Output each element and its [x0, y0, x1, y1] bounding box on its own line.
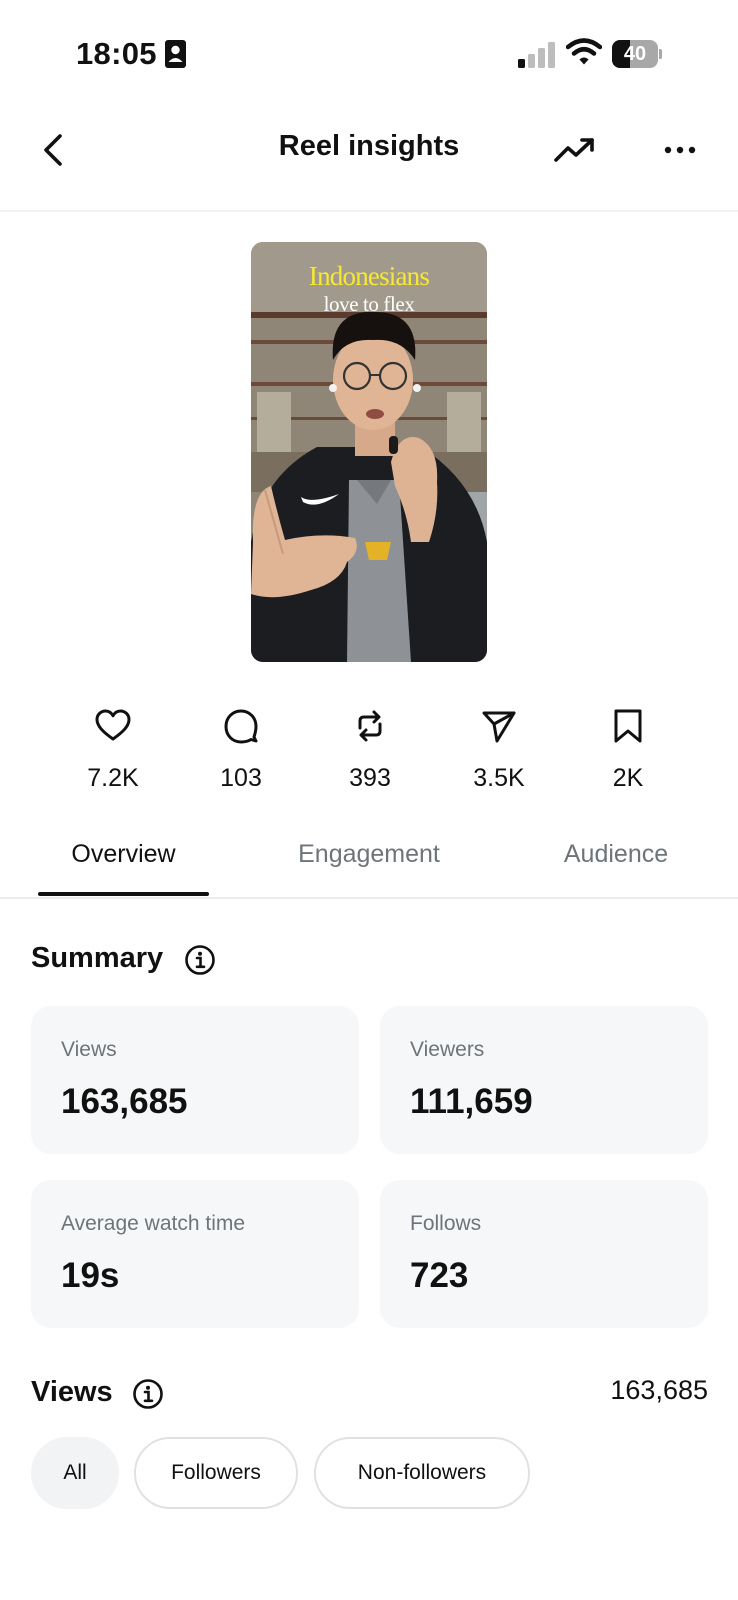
share-icon: [482, 711, 516, 743]
card-value: 19s: [61, 1256, 120, 1295]
battery-level: 40: [623, 43, 647, 65]
cellular-signal-icon: [518, 42, 555, 68]
stat-likes: 7.2K: [53, 708, 173, 798]
info-icon[interactable]: [184, 944, 216, 976]
page-title: Reel insights: [278, 130, 460, 162]
battery-indicator: 40: [612, 40, 662, 68]
reel-caption-line-1: Indonesians: [308, 261, 430, 291]
repost-icon: [358, 710, 382, 742]
card-label: Average watch time: [61, 1212, 246, 1235]
card-label: Follows: [410, 1212, 482, 1235]
contact-card-icon: [165, 40, 186, 68]
stat-shares-value: 3.5K: [473, 764, 525, 792]
stat-reposts: 393: [310, 708, 430, 798]
wifi-icon: [566, 38, 602, 65]
bookmark-icon: [614, 709, 642, 743]
card-value: 723: [410, 1256, 469, 1295]
more-horizontal-icon[interactable]: [662, 136, 698, 164]
filter-followers-chip[interactable]: Followers: [134, 1437, 298, 1509]
stat-reposts-value: 393: [349, 764, 391, 792]
trending-up-icon[interactable]: [552, 132, 598, 168]
card-value: 111,659: [410, 1082, 533, 1121]
tab-audience[interactable]: Audience: [530, 840, 702, 869]
summary-card-viewers: Viewers 111,659: [380, 1006, 708, 1154]
stat-saves: 2K: [568, 708, 688, 798]
filter-non-followers-chip[interactable]: Non-followers: [314, 1437, 530, 1509]
status-time: 18:05: [76, 36, 157, 71]
stat-shares: 3.5K: [439, 708, 559, 798]
reel-thumbnail[interactable]: Indonesians love to flex: [251, 242, 487, 662]
card-label: Viewers: [410, 1038, 485, 1061]
views-total: 163,685: [610, 1375, 708, 1405]
summary-card-follows: Follows 723: [380, 1180, 708, 1328]
tab-overview[interactable]: Overview: [38, 840, 209, 869]
filter-all-chip[interactable]: All: [31, 1437, 119, 1509]
engagement-stats: 7.2K 103 393 3.5K 2K: [0, 708, 738, 798]
status-bar: 18:05 40: [0, 0, 738, 100]
summary-card-views: Views 163,685: [31, 1006, 359, 1154]
heart-icon: [95, 709, 131, 741]
stat-likes-value: 7.2K: [87, 764, 139, 792]
tabs-divider: [0, 897, 738, 899]
comment-icon: [224, 709, 258, 744]
insights-tabs: Overview Engagement Audience: [0, 824, 738, 898]
stat-saves-value: 2K: [612, 764, 644, 792]
info-icon[interactable]: [132, 1378, 164, 1410]
views-title: Views: [31, 1376, 113, 1408]
header-divider: [0, 210, 738, 212]
tab-engagement[interactable]: Engagement: [270, 840, 468, 869]
active-tab-indicator: [38, 892, 209, 896]
stat-comments-value: 103: [220, 764, 262, 792]
reel-caption-line-2: love to flex: [323, 292, 415, 316]
stat-comments: 103: [181, 708, 301, 798]
card-value: 163,685: [61, 1082, 188, 1121]
header: Reel insights: [0, 100, 738, 208]
summary-title: Summary: [31, 942, 164, 974]
card-label: Views: [61, 1038, 117, 1061]
summary-card-average-watch-time: Average watch time 19s: [31, 1180, 359, 1328]
